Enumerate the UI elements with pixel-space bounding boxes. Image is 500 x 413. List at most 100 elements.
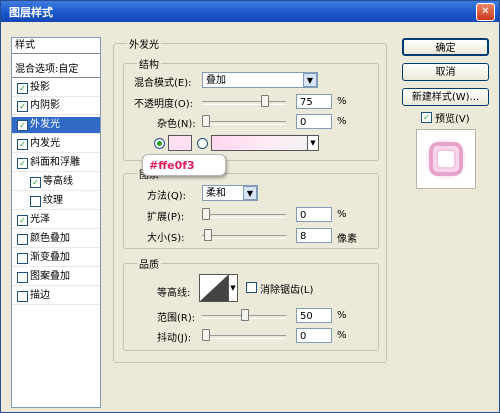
- checkbox-color-overlay[interactable]: [17, 234, 28, 245]
- style-item-inner-glow[interactable]: ✓ 内发光: [12, 136, 100, 153]
- style-label: 外发光: [30, 119, 60, 130]
- styles-header: 样式: [12, 38, 100, 54]
- noise-slider-thumb[interactable]: [202, 115, 210, 127]
- checkbox-pattern-overlay[interactable]: [17, 272, 28, 283]
- noise-label: 杂色(N):: [157, 119, 196, 130]
- checkbox-gradient-overlay[interactable]: [17, 253, 28, 264]
- blend-mode-select[interactable]: 叠加 ▼: [202, 72, 318, 88]
- jitter-slider[interactable]: [202, 335, 286, 339]
- style-item-color-overlay[interactable]: 颜色叠加: [12, 231, 100, 248]
- spread-label: 扩展(P):: [147, 212, 185, 223]
- style-item-texture[interactable]: 纹理: [12, 193, 100, 210]
- layer-style-dialog: 图层样式 ✕ 样式 混合选项:自定 ✓ 投影 ✓ 内阴影 ✓ 外发光 ✓ 内发光…: [0, 0, 500, 413]
- range-unit: %: [337, 310, 347, 321]
- preview-thumbnail-icon: [426, 139, 466, 179]
- jitter-slider-thumb[interactable]: [202, 329, 210, 341]
- style-item-bevel-emboss[interactable]: ✓ 斜面和浮雕: [12, 155, 100, 172]
- chevron-down-icon: ▼: [243, 186, 257, 200]
- checkbox-drop-shadow[interactable]: ✓: [17, 83, 28, 94]
- range-slider-thumb[interactable]: [241, 309, 249, 321]
- gradient-radio[interactable]: [197, 138, 208, 149]
- color-tooltip: #ffe0f3: [142, 154, 226, 176]
- checkbox-satin[interactable]: ✓: [17, 215, 28, 226]
- contour-curve-icon: [200, 275, 228, 301]
- style-label: 光泽: [30, 214, 50, 225]
- range-input[interactable]: 50: [296, 308, 332, 323]
- preview-label: 预览(V): [435, 114, 470, 125]
- size-slider-thumb[interactable]: [204, 229, 213, 241]
- outer-glow-title: 外发光: [127, 36, 161, 51]
- style-label: 渐变叠加: [30, 252, 70, 263]
- new-style-button[interactable]: 新建样式(W)...: [402, 88, 489, 106]
- spread-slider-thumb[interactable]: [202, 208, 210, 220]
- checkbox-inner-shadow[interactable]: ✓: [17, 101, 28, 112]
- styles-list: 样式 混合选项:自定 ✓ 投影 ✓ 内阴影 ✓ 外发光 ✓ 内发光 ✓ 斜面和浮…: [11, 37, 101, 408]
- style-item-contour[interactable]: ✓ 等高线: [12, 174, 100, 191]
- style-item-gradient-overlay[interactable]: 渐变叠加: [12, 250, 100, 267]
- size-unit: 像素: [337, 234, 357, 245]
- style-label: 描边: [30, 290, 50, 301]
- style-label: 斜面和浮雕: [30, 157, 80, 168]
- close-icon: ✕: [481, 6, 490, 17]
- style-item-drop-shadow[interactable]: ✓ 投影: [12, 80, 100, 97]
- title-bar[interactable]: 图层样式 ✕: [1, 1, 499, 22]
- style-label: 内发光: [30, 138, 60, 149]
- checkbox-bevel-emboss[interactable]: ✓: [17, 158, 28, 169]
- opacity-slider-thumb[interactable]: [260, 95, 269, 107]
- style-label: 投影: [30, 82, 50, 93]
- technique-label: 方法(Q):: [147, 191, 187, 202]
- gradient-dropdown[interactable]: ▼: [307, 135, 319, 151]
- style-item-satin[interactable]: ✓ 光泽: [12, 212, 100, 229]
- contour-picker[interactable]: [199, 274, 229, 302]
- spread-input[interactable]: 0: [296, 207, 332, 222]
- antialias-checkbox[interactable]: [246, 282, 257, 293]
- gradient-swatch[interactable]: [211, 135, 309, 151]
- checkbox-contour[interactable]: ✓: [30, 177, 41, 188]
- opacity-input[interactable]: 75: [296, 94, 332, 109]
- opacity-unit: %: [337, 96, 347, 107]
- jitter-unit: %: [337, 330, 347, 341]
- chevron-down-icon: ▼: [230, 284, 236, 292]
- checkbox-outer-glow[interactable]: ✓: [17, 120, 28, 131]
- checkbox-stroke[interactable]: [17, 291, 28, 302]
- noise-unit: %: [337, 116, 347, 127]
- style-label: 图案叠加: [30, 271, 70, 282]
- checkbox-texture[interactable]: [30, 196, 41, 207]
- contour-dropdown[interactable]: ▼: [228, 274, 238, 302]
- preview-checkbox[interactable]: ✓: [421, 112, 432, 123]
- style-item-pattern-overlay[interactable]: 图案叠加: [12, 269, 100, 286]
- style-item-stroke[interactable]: 描边: [12, 288, 100, 305]
- window-title: 图层样式: [9, 6, 53, 19]
- range-label: 范围(R):: [157, 313, 196, 324]
- blend-mode-label: 混合模式(E):: [134, 78, 192, 89]
- jitter-input[interactable]: 0: [296, 328, 332, 343]
- chevron-down-icon: ▼: [310, 139, 316, 147]
- close-button[interactable]: ✕: [476, 3, 495, 21]
- size-input[interactable]: 8: [296, 228, 332, 243]
- glow-color-swatch[interactable]: [168, 135, 192, 151]
- ok-button[interactable]: 确定: [402, 38, 489, 56]
- style-preview: [416, 129, 476, 189]
- opacity-slider[interactable]: [202, 101, 286, 105]
- style-item-outer-glow[interactable]: ✓ 外发光: [12, 117, 100, 134]
- noise-slider[interactable]: [202, 121, 286, 125]
- size-slider[interactable]: [202, 235, 286, 239]
- jitter-label: 抖动(J):: [157, 333, 192, 344]
- cancel-button[interactable]: 取消: [402, 63, 489, 81]
- contour-label: 等高线:: [157, 288, 191, 299]
- solid-color-radio[interactable]: [154, 138, 165, 149]
- size-label: 大小(S):: [147, 233, 185, 244]
- style-item-inner-shadow[interactable]: ✓ 内阴影: [12, 98, 100, 115]
- spread-unit: %: [337, 209, 347, 220]
- chevron-down-icon: ▼: [303, 73, 317, 87]
- spread-slider[interactable]: [202, 214, 286, 218]
- blend-options-item[interactable]: 混合选项:自定: [12, 62, 100, 78]
- checkbox-inner-glow[interactable]: ✓: [17, 139, 28, 150]
- style-label: 纹理: [43, 195, 63, 206]
- technique-value: 柔和: [206, 188, 226, 199]
- structure-title: 结构: [137, 56, 161, 71]
- noise-input[interactable]: 0: [296, 114, 332, 129]
- style-label: 等高线: [43, 176, 73, 187]
- technique-select[interactable]: 柔和 ▼: [202, 185, 258, 201]
- style-label: 内阴影: [30, 100, 60, 111]
